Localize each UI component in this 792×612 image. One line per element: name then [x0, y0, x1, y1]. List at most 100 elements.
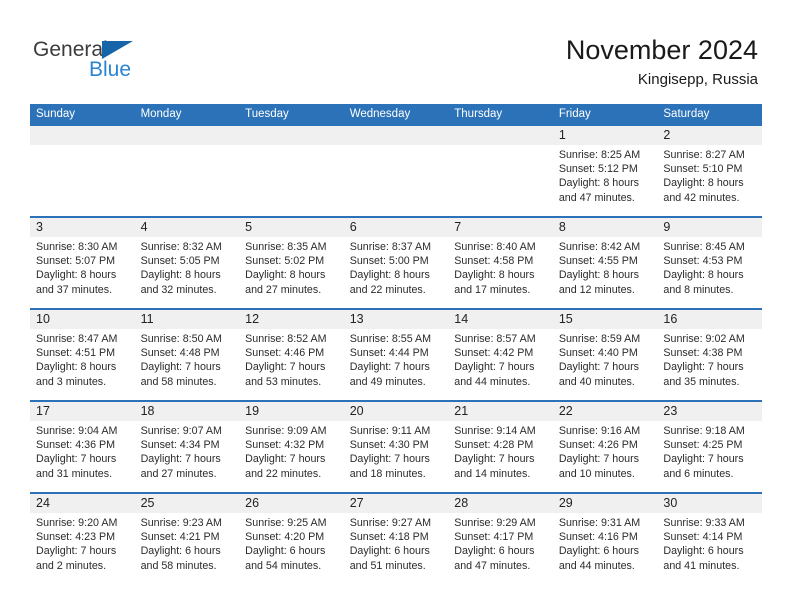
day-info-line: Sunrise: 8:50 AM	[140, 333, 222, 345]
calendar-day-cell[interactable]: 2 Sunrise: 8:27 AM Sunset: 5:10 PM Daylight…	[657, 126, 762, 217]
calendar-day-cell[interactable]: 10 Sunrise: 8:47 AM Sunset: 4:51 PM Dayligh…	[30, 308, 135, 401]
calendar-day-cell-empty	[343, 126, 449, 217]
day-number: 4	[134, 218, 240, 237]
day-info-line: Sunset: 4:16 PM	[558, 531, 638, 544]
calendar-day-cell[interactable]: 14 Sunrise: 8:57 AM Sunset: 4:42 PM Dayligh…	[448, 308, 553, 401]
day-cell-inner: 20 Sunrise: 9:11 AM Sunset: 4:30 PM Dayligh…	[343, 402, 449, 492]
day-info-line: and 17 minutes.	[454, 283, 531, 296]
day-info-line: Sunset: 4:32 PM	[245, 439, 325, 452]
day-info-line: Sunrise: 8:45 AM	[663, 241, 745, 253]
day-info-line: Sunset: 4:42 PM	[454, 347, 534, 360]
day-info-line: Sunset: 4:55 PM	[558, 255, 638, 268]
day-cell-inner: 24 Sunrise: 9:20 AM Sunset: 4:23 PM Dayligh…	[30, 494, 135, 584]
day-info-line: Sunrise: 8:57 AM	[454, 333, 536, 345]
calendar-day-cell[interactable]: 12 Sunrise: 8:52 AM Sunset: 4:46 PM Dayligh…	[239, 308, 344, 401]
day-info-line: Daylight: 6 hours	[245, 545, 326, 558]
day-number: 22	[552, 402, 658, 421]
calendar-day-cell[interactable]: 15 Sunrise: 8:59 AM Sunset: 4:40 PM Dayligh…	[552, 308, 658, 401]
day-info-line: Sunrise: 9:20 AM	[36, 517, 118, 529]
calendar-day-cell[interactable]: 3 Sunrise: 8:30 AM Sunset: 5:07 PM Daylight…	[30, 216, 135, 309]
day-sun-info: Sunrise: 9:20 AM Sunset: 4:23 PM Daylight:…	[30, 513, 135, 573]
day-info-line: Daylight: 7 hours	[558, 453, 640, 466]
calendar-day-cell[interactable]: 19 Sunrise: 9:09 AM Sunset: 4:32 PM Dayligh…	[239, 400, 344, 493]
day-info-line: Sunrise: 8:42 AM	[558, 241, 641, 253]
day-info-line: and 44 minutes.	[454, 375, 531, 388]
day-info-line: Daylight: 8 hours	[245, 269, 326, 282]
calendar-day-cell[interactable]: 13 Sunrise: 8:55 AM Sunset: 4:44 PM Dayligh…	[343, 308, 449, 401]
day-info-line: Sunset: 5:00 PM	[349, 255, 429, 268]
day-info-line: and 41 minutes.	[663, 559, 740, 572]
day-cell-inner: 30 Sunrise: 9:33 AM Sunset: 4:14 PM Dayligh…	[657, 494, 762, 584]
day-info-line: Daylight: 8 hours	[663, 269, 744, 282]
calendar-day-cell[interactable]: 25 Sunrise: 9:23 AM Sunset: 4:21 PM Dayligh…	[134, 492, 240, 584]
calendar-day-cell[interactable]: 4 Sunrise: 8:32 AM Sunset: 5:05 PM Daylight…	[134, 216, 240, 309]
calendar-day-cell[interactable]: 20 Sunrise: 9:11 AM Sunset: 4:30 PM Dayligh…	[343, 400, 449, 493]
calendar-day-cell[interactable]: 30 Sunrise: 9:33 AM Sunset: 4:14 PM Dayligh…	[657, 492, 762, 584]
day-sun-info: Sunrise: 8:35 AM Sunset: 5:02 PM Daylight:…	[239, 237, 344, 297]
day-cell-inner: 1 Sunrise: 8:25 AM Sunset: 5:12 PM Daylight…	[552, 126, 658, 216]
day-info-line: Sunset: 4:20 PM	[245, 531, 325, 544]
day-info-line: and 37 minutes.	[36, 283, 113, 296]
day-cell-inner: 23 Sunrise: 9:18 AM Sunset: 4:25 PM Dayligh…	[657, 402, 762, 492]
day-info-line: and 32 minutes.	[140, 283, 217, 296]
calendar-day-cell[interactable]: 24 Sunrise: 9:20 AM Sunset: 4:23 PM Dayligh…	[30, 492, 135, 584]
calendar-day-cell[interactable]: 11 Sunrise: 8:50 AM Sunset: 4:48 PM Dayligh…	[134, 308, 240, 401]
day-number	[134, 126, 240, 145]
day-sun-info: Sunrise: 9:23 AM Sunset: 4:21 PM Daylight:…	[135, 513, 240, 573]
calendar-day-cell[interactable]: 17 Sunrise: 9:04 AM Sunset: 4:36 PM Dayligh…	[30, 400, 135, 493]
day-sun-info	[239, 145, 344, 148]
day-info-line: Sunrise: 9:02 AM	[663, 333, 745, 345]
day-info-line: Daylight: 6 hours	[558, 545, 640, 558]
day-cell-inner: 3 Sunrise: 8:30 AM Sunset: 5:07 PM Daylight…	[30, 218, 135, 308]
day-info-line: and 35 minutes.	[663, 375, 740, 388]
day-number: 7	[448, 218, 553, 237]
day-number: 16	[657, 310, 762, 329]
calendar-day-cell-empty	[239, 126, 344, 217]
day-info-line: and 44 minutes.	[558, 559, 635, 572]
general-blue-logo[interactable]: General Blue	[33, 38, 193, 84]
day-info-line: Sunset: 4:53 PM	[663, 255, 743, 268]
day-cell-inner: 2 Sunrise: 8:27 AM Sunset: 5:10 PM Daylight…	[657, 126, 762, 216]
calendar-day-cell[interactable]: 28 Sunrise: 9:29 AM Sunset: 4:17 PM Dayligh…	[448, 492, 553, 584]
day-sun-info: Sunrise: 9:02 AM Sunset: 4:38 PM Daylight:…	[657, 329, 762, 389]
calendar-day-cell[interactable]: 27 Sunrise: 9:27 AM Sunset: 4:18 PM Dayligh…	[343, 492, 449, 584]
day-info-line: and 27 minutes.	[140, 467, 217, 480]
day-cell-inner: 11 Sunrise: 8:50 AM Sunset: 4:48 PM Dayligh…	[134, 310, 240, 400]
day-cell-inner: 22 Sunrise: 9:16 AM Sunset: 4:26 PM Dayligh…	[552, 402, 658, 492]
weekday-header-saturday: Saturday	[657, 104, 762, 126]
day-info-line: Sunset: 4:34 PM	[140, 439, 220, 452]
day-info-line: and 27 minutes.	[245, 283, 322, 296]
calendar-day-cell[interactable]: 18 Sunrise: 9:07 AM Sunset: 4:34 PM Dayligh…	[134, 400, 240, 493]
day-number: 15	[552, 310, 658, 329]
day-info-line: Daylight: 7 hours	[140, 453, 221, 466]
day-info-line: and 2 minutes.	[36, 559, 107, 572]
calendar-day-cell[interactable]: 1 Sunrise: 8:25 AM Sunset: 5:12 PM Daylight…	[552, 126, 658, 217]
calendar-day-cell-empty	[448, 126, 553, 217]
calendar-day-cell[interactable]: 16 Sunrise: 9:02 AM Sunset: 4:38 PM Dayligh…	[657, 308, 762, 401]
day-info-line: Sunset: 5:10 PM	[663, 163, 743, 176]
day-info-line: Sunset: 5:02 PM	[245, 255, 325, 268]
day-sun-info: Sunrise: 9:11 AM Sunset: 4:30 PM Daylight:…	[344, 421, 449, 481]
day-info-line: Sunrise: 9:33 AM	[663, 517, 745, 529]
day-number: 3	[30, 218, 135, 237]
day-info-line: Sunset: 4:21 PM	[140, 531, 220, 544]
calendar-day-cell[interactable]: 5 Sunrise: 8:35 AM Sunset: 5:02 PM Daylight…	[239, 216, 344, 309]
calendar-day-cell[interactable]: 29 Sunrise: 9:31 AM Sunset: 4:16 PM Dayligh…	[552, 492, 658, 584]
calendar-day-cell[interactable]: 21 Sunrise: 9:14 AM Sunset: 4:28 PM Dayligh…	[448, 400, 553, 493]
weekday-header-tuesday: Tuesday	[239, 104, 344, 126]
calendar-day-cell[interactable]: 8 Sunrise: 8:42 AM Sunset: 4:55 PM Daylight…	[552, 216, 658, 309]
day-number	[239, 126, 344, 145]
weekday-header-thursday: Thursday	[448, 104, 553, 126]
calendar-day-cell[interactable]: 7 Sunrise: 8:40 AM Sunset: 4:58 PM Daylight…	[448, 216, 553, 309]
calendar-day-cell[interactable]: 26 Sunrise: 9:25 AM Sunset: 4:20 PM Dayligh…	[239, 492, 344, 584]
calendar-day-cell[interactable]: 6 Sunrise: 8:37 AM Sunset: 5:00 PM Daylight…	[343, 216, 449, 309]
calendar-day-cell[interactable]: 23 Sunrise: 9:18 AM Sunset: 4:25 PM Dayligh…	[657, 400, 762, 493]
day-number: 9	[657, 218, 762, 237]
day-cell-inner: 17 Sunrise: 9:04 AM Sunset: 4:36 PM Dayligh…	[30, 402, 135, 492]
day-number: 6	[343, 218, 449, 237]
day-info-line: and 12 minutes.	[558, 283, 635, 296]
day-info-line: Sunset: 4:25 PM	[663, 439, 743, 452]
day-number	[343, 126, 449, 145]
calendar-day-cell[interactable]: 9 Sunrise: 8:45 AM Sunset: 4:53 PM Daylight…	[657, 216, 762, 309]
calendar-day-cell[interactable]: 22 Sunrise: 9:16 AM Sunset: 4:26 PM Dayligh…	[552, 400, 658, 493]
